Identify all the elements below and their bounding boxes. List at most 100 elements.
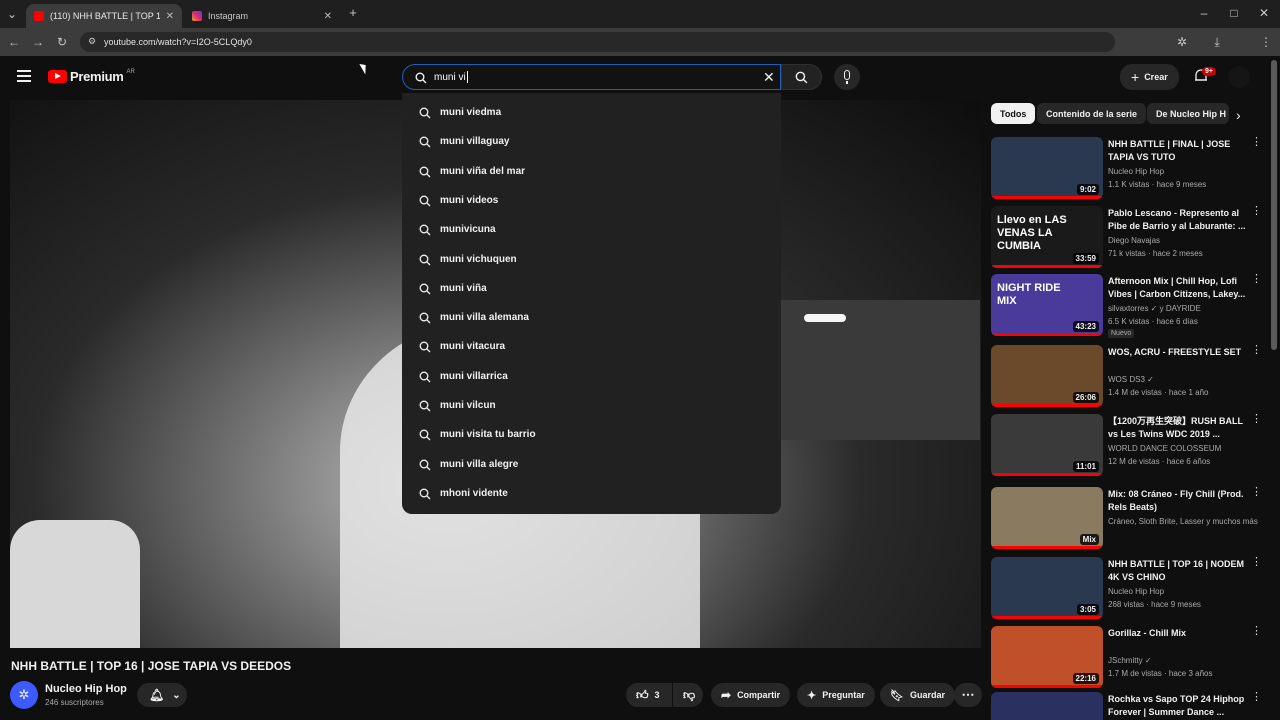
related-video-channel[interactable]: silvaxtorres ✓ y DAYRIDE	[1108, 304, 1201, 313]
create-button[interactable]: + Crear	[1120, 64, 1179, 90]
video-thumbnail[interactable]: NIGHT RIDE MIX 43:23	[991, 274, 1103, 336]
voice-search-button[interactable]	[834, 64, 860, 90]
more-options-icon[interactable]: ⋮	[1251, 274, 1262, 285]
ask-button[interactable]: ✦ Preguntar	[797, 683, 875, 707]
more-options-icon[interactable]: ⋮	[1251, 137, 1262, 148]
related-video-channel[interactable]: Nucleo Hip Hop	[1108, 587, 1164, 596]
suggestion-item[interactable]: muni videos	[402, 186, 781, 215]
tab-list-icon[interactable]: ⌄	[4, 6, 20, 22]
suggestion-item[interactable]: muni viña del mar	[402, 157, 781, 186]
suggestion-item[interactable]: muni villarrica	[402, 362, 781, 391]
suggestion-item[interactable]: muni vichuquen	[402, 245, 781, 274]
chip-series[interactable]: Contenido de la serie	[1037, 103, 1147, 124]
suggestion-item[interactable]: muni villa alemana	[402, 303, 781, 332]
suggestion-item[interactable]: muni villa alegre	[402, 450, 781, 479]
suggestion-item[interactable]: muni vilcun	[402, 391, 781, 420]
subscribed-button[interactable]: 🔔︎ ⌄	[137, 683, 187, 707]
more-options-icon[interactable]: ⋮	[1251, 345, 1262, 356]
watch-progress-bar	[991, 333, 1103, 336]
chevron-right-icon[interactable]: ›	[1236, 107, 1241, 123]
forward-icon[interactable]: →	[30, 34, 46, 50]
new-tab-button[interactable]: +	[345, 5, 361, 21]
search-icon	[419, 429, 431, 441]
chip-channel[interactable]: De Nucleo Hip H	[1147, 103, 1229, 124]
video-thumbnail[interactable]: 26:06	[991, 345, 1103, 407]
video-thumbnail[interactable]: Mix	[991, 487, 1103, 549]
more-actions-button[interactable]: ⋯	[954, 683, 982, 707]
region-code: AR	[126, 68, 135, 75]
extensions-puzzle-icon[interactable]: ✲	[1174, 34, 1190, 50]
more-options-icon[interactable]: ⋮	[1251, 487, 1262, 498]
dislike-button[interactable]: 👎︎	[673, 683, 703, 707]
account-avatar[interactable]	[1228, 66, 1250, 88]
related-video-card[interactable]: Llevo en LAS VENAS LA CUMBIA 33:59 Pablo L…	[991, 206, 1271, 268]
video-thumbnail[interactable]: 3:05	[991, 557, 1103, 619]
suggestion-item[interactable]: mhoni vidente	[402, 479, 781, 508]
clear-search-icon[interactable]: ✕	[763, 69, 775, 86]
related-video-channel[interactable]: JSchmitty ✓	[1108, 656, 1152, 665]
suggestion-item[interactable]: muni visita tu barrio	[402, 420, 781, 449]
reload-icon[interactable]: ↻	[54, 34, 70, 50]
save-button[interactable]: 🔖︎ Guardar	[880, 683, 955, 707]
tab-youtube[interactable]: (110) NHH BATTLE | TOP 16 | JO ✕	[26, 4, 182, 28]
channel-avatar[interactable]: ✲	[10, 681, 38, 709]
more-options-icon[interactable]: ⋮	[1251, 692, 1262, 703]
youtube-play-icon	[48, 70, 67, 83]
tab-instagram[interactable]: Instagram ✕	[184, 4, 340, 28]
site-info-icon[interactable]: ⚙	[88, 36, 96, 47]
more-options-icon[interactable]: ⋮	[1251, 414, 1262, 425]
share-button[interactable]: ➦ Compartir	[711, 683, 791, 707]
video-thumbnail[interactable]: 22:16	[991, 626, 1103, 688]
like-button[interactable]: 👍︎ 3	[626, 683, 672, 707]
close-tab-icon[interactable]: ✕	[166, 11, 174, 22]
related-video-card[interactable]: Mix Mix: 08 Cráneo - Fly Chill (Prod. Rel…	[991, 487, 1271, 549]
video-thumbnail[interactable]: 9:02	[991, 137, 1103, 199]
plus-icon: +	[1131, 69, 1140, 85]
related-video-card[interactable]: 3:05 NHH BATTLE | TOP 16 | NODEM 4K VS CH…	[991, 557, 1271, 619]
related-video-channel[interactable]: Nucleo Hip Hop	[1108, 167, 1164, 176]
video-thumbnail[interactable]	[991, 692, 1103, 720]
related-video-card[interactable]: 11:01 【1200万再生突破】RUSH BALL vs Les Twins W…	[991, 414, 1271, 476]
search-button[interactable]	[781, 64, 822, 90]
maximize-button[interactable]: □	[1226, 5, 1242, 21]
more-options-icon[interactable]: ⋮	[1251, 206, 1262, 217]
downloads-icon[interactable]: ⤓	[1209, 34, 1225, 50]
related-video-channel[interactable]: WOS DS3 ✓	[1108, 375, 1154, 384]
channel-name[interactable]: Nucleo Hip Hop	[45, 683, 127, 695]
menu-kebab-icon[interactable]: ⋮	[1258, 34, 1274, 50]
search-icon	[419, 371, 431, 383]
hamburger-menu-icon[interactable]	[17, 70, 31, 82]
suggestion-label: muni vichuquen	[440, 253, 517, 265]
suggestion-item[interactable]: muni viedma	[402, 98, 781, 127]
video-title: NHH BATTLE | TOP 16 | JOSE TAPIA VS DEED…	[11, 659, 292, 673]
suggestion-item[interactable]: muni viña	[402, 274, 781, 303]
related-video-channel[interactable]: WORLD DANCE COLOSSEUM	[1108, 444, 1221, 453]
more-options-icon[interactable]: ⋮	[1251, 626, 1262, 637]
minimize-button[interactable]: –	[1196, 5, 1212, 21]
suggestion-item[interactable]: muni villaguay	[402, 127, 781, 156]
related-video-channel[interactable]: Cráneo, Sloth Brite, Lasser y muchos más	[1108, 517, 1258, 526]
search-icon	[419, 459, 431, 471]
close-window-button[interactable]: ✕	[1256, 5, 1272, 21]
close-tab-icon[interactable]: ✕	[324, 11, 332, 22]
search-input[interactable]: muni vi ✕	[402, 64, 781, 90]
chip-todos[interactable]: Todos	[991, 103, 1036, 124]
back-icon[interactable]: ←	[6, 34, 22, 50]
related-video-card[interactable]: Rochka vs Sapo TOP 24 Hiphop Forever | S…	[991, 692, 1271, 720]
suggestion-item[interactable]: muni vitacura	[402, 332, 781, 361]
more-options-icon[interactable]: ⋮	[1251, 557, 1262, 568]
search-icon	[419, 224, 431, 236]
suggestion-item[interactable]: munivicuna	[402, 215, 781, 244]
address-bar[interactable]: ⚙ youtube.com/watch?v=I2O-5CLQdy0	[80, 32, 1115, 52]
related-video-card[interactable]: 9:02 NHH BATTLE | FINAL | JOSE TAPIA VS T…	[991, 137, 1271, 199]
related-video-card[interactable]: NIGHT RIDE MIX 43:23 Afternoon Mix | Chill…	[991, 274, 1271, 338]
youtube-logo[interactable]: Premium AR	[48, 69, 135, 84]
related-video-card[interactable]: 22:16 Gorillaz - Chill Mix JSchmitty ✓ 1.7 …	[991, 626, 1271, 688]
video-thumbnail[interactable]: 11:01	[991, 414, 1103, 476]
video-thumbnail[interactable]: Llevo en LAS VENAS LA CUMBIA 33:59	[991, 206, 1103, 268]
search-icon	[419, 195, 431, 207]
scrollbar[interactable]	[1271, 60, 1277, 350]
related-video-card[interactable]: 26:06 WOS, ACRU - FREESTYLE SET WOS DS3 ✓ 1…	[991, 345, 1271, 407]
related-video-channel[interactable]: Diego Navajas	[1108, 236, 1160, 245]
duration-badge: 43:23	[1072, 321, 1099, 332]
